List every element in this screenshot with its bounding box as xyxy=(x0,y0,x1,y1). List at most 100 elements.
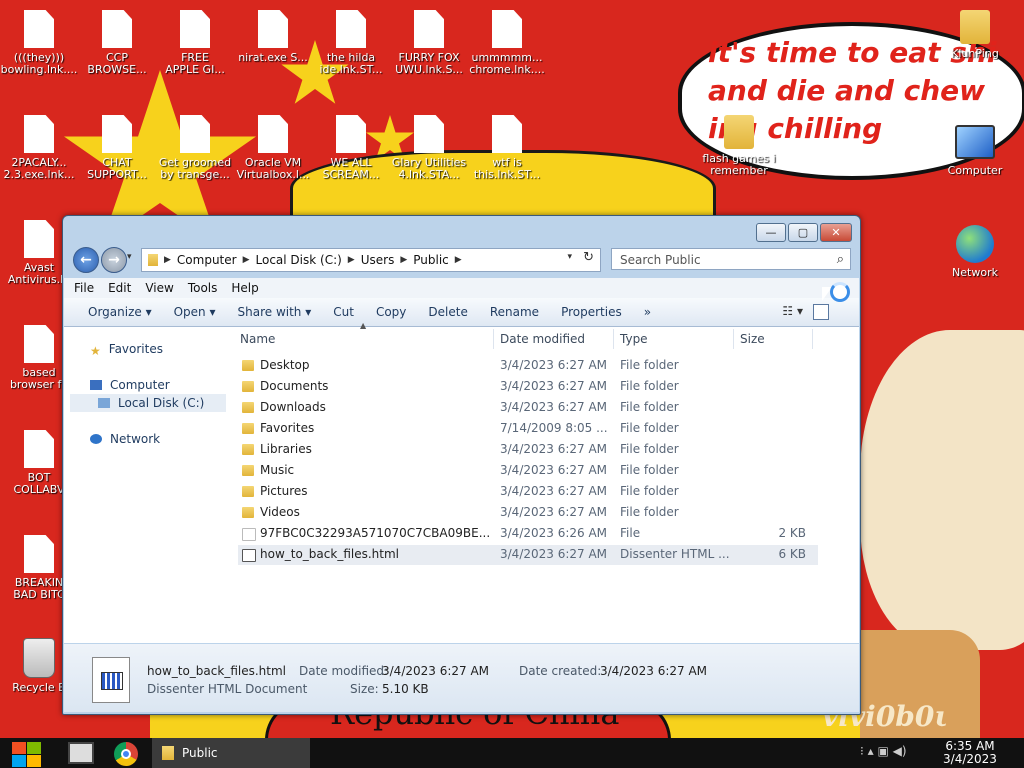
more-commands-button[interactable]: » xyxy=(644,305,651,319)
desktop-icon[interactable]: Oracle VM Virtualbox.l... xyxy=(234,115,312,181)
start-button[interactable] xyxy=(8,740,44,768)
recent-pages-button[interactable]: ▾ xyxy=(127,252,132,262)
refresh-icon[interactable]: ↻ xyxy=(583,250,594,265)
nav-favorites[interactable]: ★ Favorites xyxy=(90,342,163,358)
copy-button[interactable]: Copy xyxy=(376,305,406,319)
desktop-icon[interactable]: nirat.exe S... xyxy=(234,10,312,64)
file-row[interactable]: 97FBC0C32293A571070C7CBA09BE... 3/4/2023 … xyxy=(238,524,818,544)
maximize-button[interactable]: ▢ xyxy=(788,223,818,242)
menu-bar: File Edit View Tools Help xyxy=(64,278,859,298)
file-row[interactable]: Desktop 3/4/2023 6:27 AM File folder xyxy=(238,356,818,376)
menu-help[interactable]: Help xyxy=(231,281,258,295)
desktop-icon-label: Get groomed by transge... xyxy=(158,157,232,181)
file-type: File folder xyxy=(620,484,679,498)
file-type: File folder xyxy=(620,505,679,519)
rename-button[interactable]: Rename xyxy=(490,305,539,319)
breadcrumb-local-disk[interactable]: Local Disk (C:) xyxy=(256,253,342,267)
change-view-button[interactable]: ☷ ▾ xyxy=(782,304,803,318)
clock[interactable]: 6:35 AM 3/4/2023 xyxy=(940,740,1000,766)
file-row[interactable]: Favorites 7/14/2009 8:05 ... File folder xyxy=(238,419,818,439)
file-row[interactable]: Pictures 3/4/2023 6:27 AM File folder xyxy=(238,482,818,502)
details-date-modified: 3/4/2023 6:27 AM xyxy=(382,664,490,678)
chevron-right-icon[interactable]: ▶ xyxy=(243,255,250,265)
desktop-icon-label: 2PACALY... 2.3.exe.lnk... xyxy=(3,157,75,181)
desktop-icon[interactable]: CHAT SUPPORT... xyxy=(78,115,156,181)
column-header-name[interactable]: Name xyxy=(240,332,275,346)
file-row[interactable]: Videos 3/4/2023 6:27 AM File folder xyxy=(238,503,818,523)
desktop-icon-label: Network xyxy=(952,267,998,279)
close-button[interactable]: ✕ xyxy=(820,223,852,242)
desktop-icon[interactable]: wtf is this.lnk.ST... xyxy=(468,115,546,181)
file-name: Libraries xyxy=(260,442,312,456)
desktop-icon[interactable]: (((they))) bowling.lnk.... xyxy=(0,10,78,76)
file-icon xyxy=(24,10,54,48)
desktop-icon[interactable]: Get groomed by transge... xyxy=(156,115,234,181)
address-bar[interactable]: ▶ Computer ▶ Local Disk (C:) ▶ Users ▶ P… xyxy=(141,248,601,272)
menu-view[interactable]: View xyxy=(145,281,173,295)
folder-icon xyxy=(242,486,254,497)
file-row[interactable]: Libraries 3/4/2023 6:27 AM File folder xyxy=(238,440,818,460)
chrome-icon[interactable] xyxy=(114,742,138,766)
desktop-icon-label: ummmmm... chrome.lnk.... xyxy=(469,52,545,76)
taskbar-explorer-public[interactable]: Public xyxy=(152,738,310,768)
search-icon[interactable]: ⌕ xyxy=(837,249,844,271)
file-row[interactable]: Documents 3/4/2023 6:27 AM File folder xyxy=(238,377,818,397)
menu-tools[interactable]: Tools xyxy=(188,281,218,295)
desktop-icon[interactable]: 2PACALY... 2.3.exe.lnk... xyxy=(0,115,78,181)
chevron-right-icon[interactable]: ▶ xyxy=(455,255,462,265)
chevron-right-icon[interactable]: ▶ xyxy=(400,255,407,265)
properties-button[interactable]: Properties xyxy=(561,305,622,319)
taskbar-app-icon[interactable] xyxy=(68,742,94,764)
desktop-icon[interactable]: CCP BROWSE... xyxy=(78,10,156,76)
column-divider[interactable] xyxy=(613,329,614,349)
desktop-icon[interactable]: KiunPing xyxy=(936,10,1014,60)
column-divider[interactable] xyxy=(493,329,494,349)
html-file-icon xyxy=(92,657,130,703)
menu-file[interactable]: File xyxy=(74,281,94,295)
address-dropdown-icon[interactable]: ▾ xyxy=(567,252,572,262)
nav-local-disk[interactable]: Local Disk (C:) xyxy=(70,394,226,412)
file-row[interactable]: Music 3/4/2023 6:27 AM File folder xyxy=(238,461,818,481)
column-divider[interactable] xyxy=(733,329,734,349)
system-tray-icons[interactable]: ⁝ ▴ ▣ ◀) xyxy=(860,744,907,758)
column-header-date[interactable]: Date modified xyxy=(500,332,585,346)
desktop-icon[interactable]: the hilda ide.lnk.ST... xyxy=(312,10,390,76)
nav-network[interactable]: Network xyxy=(90,432,160,446)
breadcrumb-users[interactable]: Users xyxy=(361,253,395,267)
menu-edit[interactable]: Edit xyxy=(108,281,131,295)
file-row-selected[interactable]: how_to_back_files.html 3/4/2023 6:27 AM Di… xyxy=(238,545,818,565)
minimize-button[interactable]: — xyxy=(756,223,786,242)
network-desktop-icon[interactable]: Network xyxy=(936,225,1014,279)
network-icon xyxy=(956,225,994,263)
cut-button[interactable]: Cut xyxy=(333,305,354,319)
computer-desktop-icon[interactable]: Computer xyxy=(936,125,1014,177)
nav-computer[interactable]: Computer xyxy=(90,378,170,392)
column-header-type[interactable]: Type xyxy=(620,332,648,346)
desktop-icon[interactable]: ummmmm... chrome.lnk.... xyxy=(468,10,546,76)
column-header-size[interactable]: Size xyxy=(740,332,765,346)
preview-pane-icon[interactable] xyxy=(813,304,829,320)
file-row[interactable]: Downloads 3/4/2023 6:27 AM File folder xyxy=(238,398,818,418)
desktop-icon[interactable]: Glary Utilities 4.lnk.STA... xyxy=(390,115,468,181)
breadcrumb-public[interactable]: Public xyxy=(413,253,449,267)
explorer-window: — ▢ ✕ ← → ▾ ▶ Computer ▶ Local Disk (C:)… xyxy=(62,215,861,715)
desktop-icon-label: Oracle VM Virtualbox.l... xyxy=(236,157,310,181)
breadcrumb-computer[interactable]: Computer xyxy=(177,253,237,267)
chevron-right-icon[interactable]: ▶ xyxy=(164,255,171,265)
desktop-icon[interactable]: flash games i remember xyxy=(700,115,778,177)
desktop-icon[interactable]: FURRY FOX UWU.lnk.S... xyxy=(390,10,468,76)
column-divider[interactable] xyxy=(812,329,813,349)
organize-button[interactable]: Organize ▾ xyxy=(88,305,152,319)
details-filetype: Dissenter HTML Document xyxy=(147,682,308,696)
back-button[interactable]: ← xyxy=(73,247,99,273)
forward-button[interactable]: → xyxy=(101,247,127,273)
open-button[interactable]: Open ▾ xyxy=(174,305,216,319)
file-type: Dissenter HTML ... xyxy=(620,547,730,561)
search-input[interactable]: Search Public ⌕ xyxy=(611,248,851,270)
file-type: File xyxy=(620,526,641,540)
chevron-right-icon[interactable]: ▶ xyxy=(348,255,355,265)
desktop-icon[interactable]: FREE APPLE GI... xyxy=(156,10,234,76)
share-with-button[interactable]: Share with ▾ xyxy=(238,305,312,319)
desktop-icon[interactable]: WE ALL SCREAM... xyxy=(312,115,390,181)
delete-button[interactable]: Delete xyxy=(428,305,467,319)
